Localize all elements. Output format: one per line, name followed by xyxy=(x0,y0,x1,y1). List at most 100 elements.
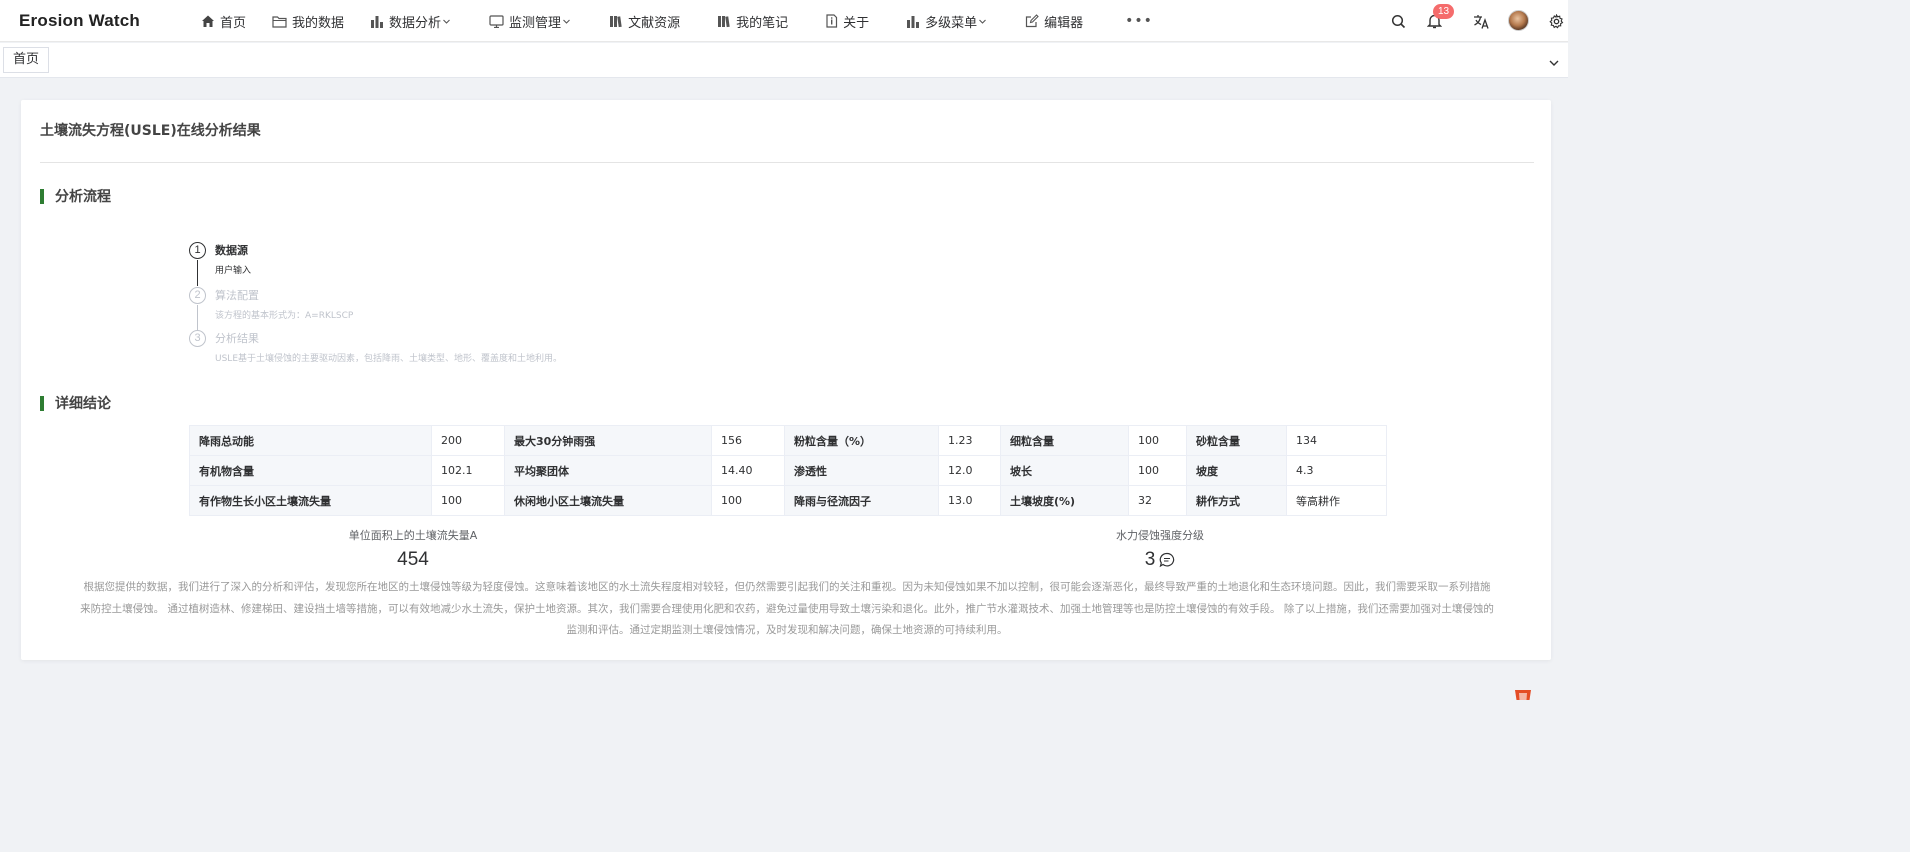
nav-item-home[interactable]: 首页 xyxy=(201,0,246,42)
chevron-down-icon xyxy=(1549,60,1559,66)
app-brand[interactable]: Erosion Watch xyxy=(19,11,140,31)
param-value: 等高耕作 xyxy=(1286,485,1387,516)
param-label: 砂粒含量 xyxy=(1186,425,1287,456)
step-title: 分析结果 xyxy=(215,332,259,345)
nav-item-my-data[interactable]: 我的数据 xyxy=(272,0,344,42)
step-connector xyxy=(197,260,198,286)
nav-item-literature[interactable]: 文献资源 xyxy=(609,0,680,42)
step-number: 1 xyxy=(189,242,206,259)
edit-icon xyxy=(1026,14,1039,28)
tag-home[interactable]: 首页 xyxy=(3,47,50,73)
step-title: 数据源 xyxy=(215,244,248,257)
book-icon xyxy=(610,15,622,27)
param-label: 细粒含量 xyxy=(1000,425,1129,456)
step-desc: 该方程的基本形式为：A=RKLSCP xyxy=(215,311,354,321)
stat-soil-loss: 单位面积上的土壤流失量A 454 xyxy=(313,527,513,571)
soil-loss-value: 454 xyxy=(397,549,429,570)
nav-item-label: 关于 xyxy=(843,15,870,31)
result-card: 土壤流失方程(USLE)在线分析结果 分析流程 1 数据源 用户输入 2 算法配… xyxy=(21,100,1551,660)
param-value: 1.23 xyxy=(938,425,1001,456)
tags-dropdown-toggle[interactable] xyxy=(1548,54,1560,73)
param-value: 100 xyxy=(1128,455,1187,486)
home-icon xyxy=(202,15,214,27)
param-label: 有机物含量 xyxy=(189,455,432,486)
nav-item-label: 数据分析 xyxy=(389,15,442,31)
search-icon xyxy=(1391,14,1405,28)
param-value: 12.0 xyxy=(938,455,1001,486)
bar-chart-icon xyxy=(907,15,920,28)
param-value: 100 xyxy=(431,485,505,516)
user-avatar[interactable] xyxy=(1508,10,1529,31)
stat-label: 单位面积上的土壤流失量A xyxy=(348,529,478,542)
table-row: 有机物含量 102.1 平均聚团体 14.40 渗透性 12.0 坡长 100 … xyxy=(189,455,1387,486)
nav-item-label: 文献资源 xyxy=(628,15,681,31)
conclusion-text: 根据您提供的数据，我们进行了深入的分析和评估，发现您所在地区的土壤侵蚀等级为轻度… xyxy=(40,577,1534,642)
nav-item-my-notes[interactable]: 我的笔记 xyxy=(717,0,788,42)
param-label: 粉粒含量（%） xyxy=(784,425,939,456)
nav-item-label: 监测管理 xyxy=(509,15,562,31)
section-title-process: 分析流程 xyxy=(40,189,111,205)
language-button[interactable] xyxy=(1471,11,1491,31)
folder-icon xyxy=(272,15,287,28)
param-label: 降雨与径流因子 xyxy=(784,485,939,516)
step-desc: USLE基于土壤侵蚀的主要驱动因素，包括降雨、土壤类型、地形、覆盖度和土地利用。 xyxy=(215,354,563,364)
nav-item-about[interactable]: 关于 xyxy=(825,0,869,42)
conclusion-line: 根据您提供的数据，我们进行了深入的分析和评估，发现您所在地区的土壤侵蚀等级为轻度… xyxy=(83,581,1491,593)
nav-item-editor[interactable]: 编辑器 xyxy=(1025,0,1083,42)
nav-item-label: 我的数据 xyxy=(292,15,345,31)
nav-item-label: 首页 xyxy=(220,15,247,31)
param-value: 32 xyxy=(1128,485,1187,516)
nav-item-multilevel-menu[interactable]: 多级菜单 xyxy=(906,0,987,42)
table-row: 降雨总动能 200 最大30分钟雨强 156 粉粒含量（%） 1.23 细粒含量… xyxy=(189,425,1387,456)
param-value: 4.3 xyxy=(1286,455,1387,486)
stat-label: 水力侵蚀强度分级 xyxy=(1116,529,1204,542)
comment-icon xyxy=(1159,552,1175,568)
section-title-detail: 详细结论 xyxy=(40,396,111,412)
param-label: 耕作方式 xyxy=(1186,485,1287,516)
nav-item-monitoring[interactable]: 监测管理 xyxy=(489,0,571,42)
param-label: 休闲地小区土壤流失量 xyxy=(504,485,712,516)
param-value: 100 xyxy=(711,485,785,516)
param-value: 102.1 xyxy=(431,455,505,486)
step-number: 3 xyxy=(189,330,206,347)
bar-chart-icon xyxy=(371,15,384,28)
conclusion-line: 监测和评估。通过定期监测土壤侵蚀情况，及时发现和解决问题，确保土地资源的可持续利… xyxy=(566,624,1008,636)
param-label: 坡长 xyxy=(1000,455,1129,486)
param-value: 134 xyxy=(1286,425,1387,456)
nav-item-label: 编辑器 xyxy=(1044,15,1084,31)
param-value: 100 xyxy=(1128,425,1187,456)
nav-item-label: 我的笔记 xyxy=(736,15,789,31)
search-button[interactable] xyxy=(1388,11,1408,31)
nav-item-data-analysis[interactable]: 数据分析 xyxy=(370,0,451,42)
param-label: 土壤坡度(%) xyxy=(1000,485,1129,516)
nav-more-button[interactable]: ••• xyxy=(1125,0,1153,42)
notebook-icon xyxy=(718,15,730,27)
monitor-icon xyxy=(489,14,504,28)
param-value: 13.0 xyxy=(938,485,1001,516)
stat-value: 3 xyxy=(1060,549,1260,571)
conclusion-line: 来防控土壤侵蚀。 通过植树造林、修建梯田、建设挡土墙等措施，可以有效地减少水土流… xyxy=(80,602,1494,615)
settings-button[interactable] xyxy=(1546,11,1566,31)
tags-view-bar: 首页 xyxy=(0,43,1568,78)
parameter-table: 降雨总动能 200 最大30分钟雨强 156 粉粒含量（%） 1.23 细粒含量… xyxy=(189,425,1387,516)
erosion-grade-value: 3 xyxy=(1144,549,1156,570)
param-label: 平均聚团体 xyxy=(504,455,712,486)
param-value: 14.40 xyxy=(711,455,785,486)
param-value: 200 xyxy=(431,425,505,456)
main-nav: 首页 我的数据 数据分析 监测管理 文献资源 我的笔记 关于 多级菜单 编辑器 … xyxy=(201,0,1153,42)
step-number: 2 xyxy=(189,287,206,304)
param-value: 156 xyxy=(711,425,785,456)
chevron-down-icon xyxy=(443,19,450,24)
step-connector xyxy=(197,305,198,331)
stat-value: 454 xyxy=(313,549,513,571)
table-row: 有作物生长小区土壤流失量 100 休闲地小区土壤流失量 100 降雨与径流因子 … xyxy=(189,485,1387,516)
nav-item-label: 多级菜单 xyxy=(925,15,978,31)
stat-erosion-grade: 水力侵蚀强度分级 3 xyxy=(1060,527,1260,571)
notification-badge: 13 xyxy=(1433,4,1455,19)
chevron-down-icon xyxy=(979,19,987,24)
step-desc: 用户输入 xyxy=(215,266,252,276)
gear-icon xyxy=(1548,13,1563,28)
info-icon xyxy=(826,14,838,28)
step-title: 算法配置 xyxy=(215,289,259,302)
param-label: 降雨总动能 xyxy=(189,425,432,456)
